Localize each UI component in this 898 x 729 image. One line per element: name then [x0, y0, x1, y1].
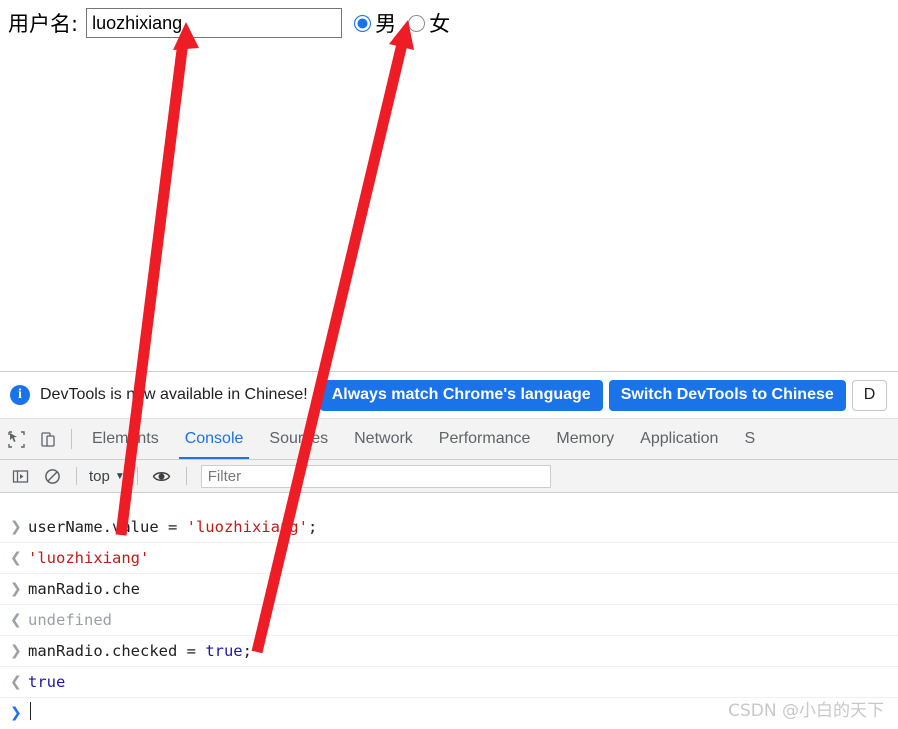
console-context-selector[interactable]: top ▼: [85, 468, 129, 485]
input-marker-icon: ❯: [10, 519, 22, 535]
prompt-marker-icon: ❯: [10, 705, 22, 721]
console-output-row: ❮ true: [0, 667, 898, 698]
web-page-content: 用户名: 男 女: [0, 0, 898, 371]
input-marker-icon: ❯: [10, 581, 22, 597]
tab-application[interactable]: Application: [627, 419, 731, 459]
text-cursor: [30, 702, 31, 720]
always-match-chrome-language-button[interactable]: Always match Chrome's language: [319, 379, 603, 411]
eye-icon[interactable]: [146, 461, 178, 491]
console-input-row: ❯ manRadio.che: [0, 574, 898, 605]
switch-devtools-to-chinese-button[interactable]: Switch DevTools to Chinese: [608, 379, 846, 411]
gender-option-male[interactable]: 男: [354, 8, 408, 38]
info-icon: i: [10, 385, 30, 405]
output-marker-icon: ❮: [10, 612, 22, 628]
gender-female-label: 女: [429, 12, 451, 36]
console-context-value: top: [89, 467, 110, 485]
output-marker-icon: ❮: [10, 550, 22, 566]
toolbar-divider-3: [136, 467, 138, 485]
console-output-row: ❮ undefined: [0, 605, 898, 636]
username-label: 用户名:: [8, 12, 79, 36]
console-filter-input[interactable]: [200, 464, 551, 488]
csdn-watermark: CSDN @小白的天下: [728, 701, 884, 721]
gender-radio-group: 男 女: [354, 8, 462, 38]
inspect-element-icon[interactable]: [0, 424, 32, 454]
screenshot-root: 用户名: 男 女 i DevTools is now available in …: [0, 0, 898, 729]
dismiss-notification-button[interactable]: D: [851, 379, 888, 411]
gender-male-label: 男: [375, 12, 397, 36]
output-marker-icon: ❮: [10, 674, 22, 690]
console-input-code: userName.value = 'luozhixiang';: [28, 518, 318, 536]
device-toolbar-icon[interactable]: [32, 424, 64, 454]
tab-elements[interactable]: Elements: [79, 419, 172, 459]
notification-message: DevTools is now available in Chinese!: [40, 386, 308, 403]
console-sidebar-icon[interactable]: [4, 461, 36, 491]
tab-performance[interactable]: Performance: [426, 419, 544, 459]
console-output-value: true: [28, 673, 66, 691]
tab-memory[interactable]: Memory: [543, 419, 627, 459]
console-input-code: manRadio.che: [28, 580, 140, 598]
console-input-row: ❯ manRadio.checked = true;: [0, 636, 898, 667]
tab-network[interactable]: Network: [341, 419, 426, 459]
username-input[interactable]: [86, 8, 343, 38]
toolbar-divider: [71, 429, 72, 449]
chevron-down-icon: ▼: [114, 470, 125, 482]
user-form-row: 用户名: 男 女: [0, 0, 898, 40]
toolbar-divider-4: [185, 467, 187, 485]
tab-security[interactable]: S: [731, 419, 768, 459]
radio-female-icon[interactable]: [408, 14, 426, 32]
console-output-row: ❮ 'luozhixiang': [0, 543, 898, 574]
input-marker-icon: ❯: [10, 643, 22, 659]
tab-console[interactable]: Console: [172, 419, 257, 459]
console-toolbar: top ▼: [0, 460, 898, 493]
devtools-language-notification: i DevTools is now available in Chinese! …: [0, 372, 898, 419]
console-input-row: ❯ userName.value = 'luozhixiang';: [0, 512, 898, 543]
console-output-value: undefined: [28, 611, 112, 629]
toolbar-divider-2: [76, 467, 77, 485]
devtools-panel: i DevTools is now available in Chinese! …: [0, 371, 898, 729]
gender-option-female[interactable]: 女: [408, 8, 462, 38]
tab-sources[interactable]: Sources: [256, 419, 341, 459]
console-input-code: manRadio.checked = true;: [28, 642, 252, 660]
devtools-tab-bar: Elements Console Sources Network Perform…: [0, 419, 898, 460]
console-output-value: 'luozhixiang': [28, 549, 150, 567]
clear-console-icon[interactable]: [36, 461, 68, 491]
console-log-area[interactable]: ❯ userName.value = 'luozhixiang'; ❮ 'luo…: [0, 512, 898, 729]
radio-male-icon[interactable]: [354, 14, 372, 32]
